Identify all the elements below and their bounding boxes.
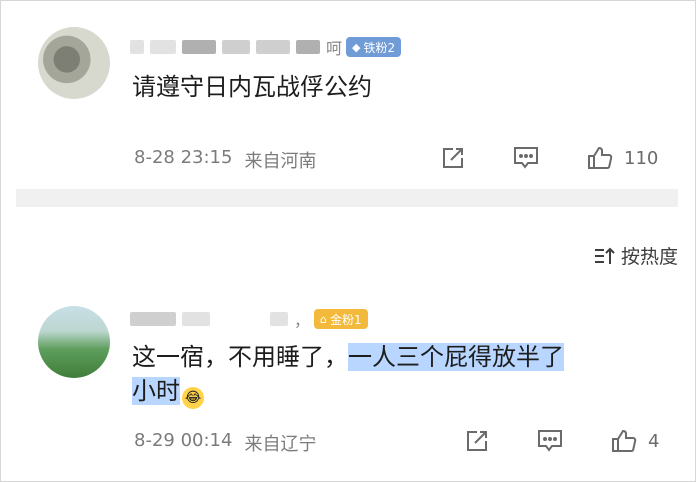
section-divider (16, 189, 678, 207)
like-count: 4 (648, 430, 660, 452)
comment-actions: 4 (418, 428, 659, 454)
share-button[interactable] (464, 428, 490, 454)
diamond-icon: ◆ (352, 40, 361, 54)
comment-icon (514, 147, 538, 169)
thumbs-up-icon (588, 146, 613, 169)
share-icon (467, 431, 487, 451)
username-row[interactable]: 呵 ◆ 铁粉2 (130, 36, 402, 58)
fan-badge-label: 铁粉2 (363, 40, 396, 55)
like-button[interactable]: 4 (610, 428, 659, 454)
like-count: 110 (624, 147, 659, 169)
comment-actions: 110 (394, 145, 658, 171)
comment-meta: 8-28 23:15 来自河南 (134, 147, 316, 173)
comment-location: 来自河南 (244, 151, 317, 172)
like-button[interactable]: 110 (586, 145, 658, 171)
avatar[interactable] (38, 306, 110, 378)
sort-icon (593, 246, 615, 266)
comment-date: 8-29 00:14 (134, 430, 233, 451)
fan-badge-label: 金粉1 (330, 312, 362, 327)
username-row[interactable]: ， ⌂ 金粉1 (130, 308, 368, 330)
fan-badge: ◆ 铁粉2 (346, 37, 402, 57)
comment-text-highlight: 一人三个屁得放半了 (348, 343, 564, 371)
comment-text: 请遵守日内瓦战俘公约 (132, 73, 372, 101)
laugh-cry-emoji-icon: 😂 (182, 387, 204, 409)
comment-meta: 8-29 00:14 来自辽宁 (134, 430, 316, 456)
comment-date: 8-28 23:15 (134, 147, 233, 168)
comment-button[interactable] (512, 145, 540, 171)
comment-text: 这一宿，不用睡了，一人三个屁得放半了 小时 😂 (132, 340, 652, 409)
sort-toggle[interactable]: 按热度 (593, 242, 678, 269)
comment-text-plain: 这一宿，不用睡了， (132, 343, 348, 371)
house-icon: ⌂ (320, 312, 327, 326)
comment-button[interactable] (536, 428, 564, 454)
fan-badge: ⌂ 金粉1 (314, 309, 368, 329)
share-icon (443, 148, 463, 168)
username-suffix: 呵 (326, 39, 343, 58)
comment-text-highlight: 小时 (132, 377, 180, 405)
thumbs-up-icon (612, 429, 637, 452)
comment-icon (538, 430, 562, 452)
sort-label: 按热度 (620, 246, 678, 268)
username-suffix: ， (294, 311, 311, 330)
share-button[interactable] (440, 145, 466, 171)
comment-location: 来自辽宁 (244, 434, 317, 455)
avatar[interactable] (38, 27, 110, 99)
